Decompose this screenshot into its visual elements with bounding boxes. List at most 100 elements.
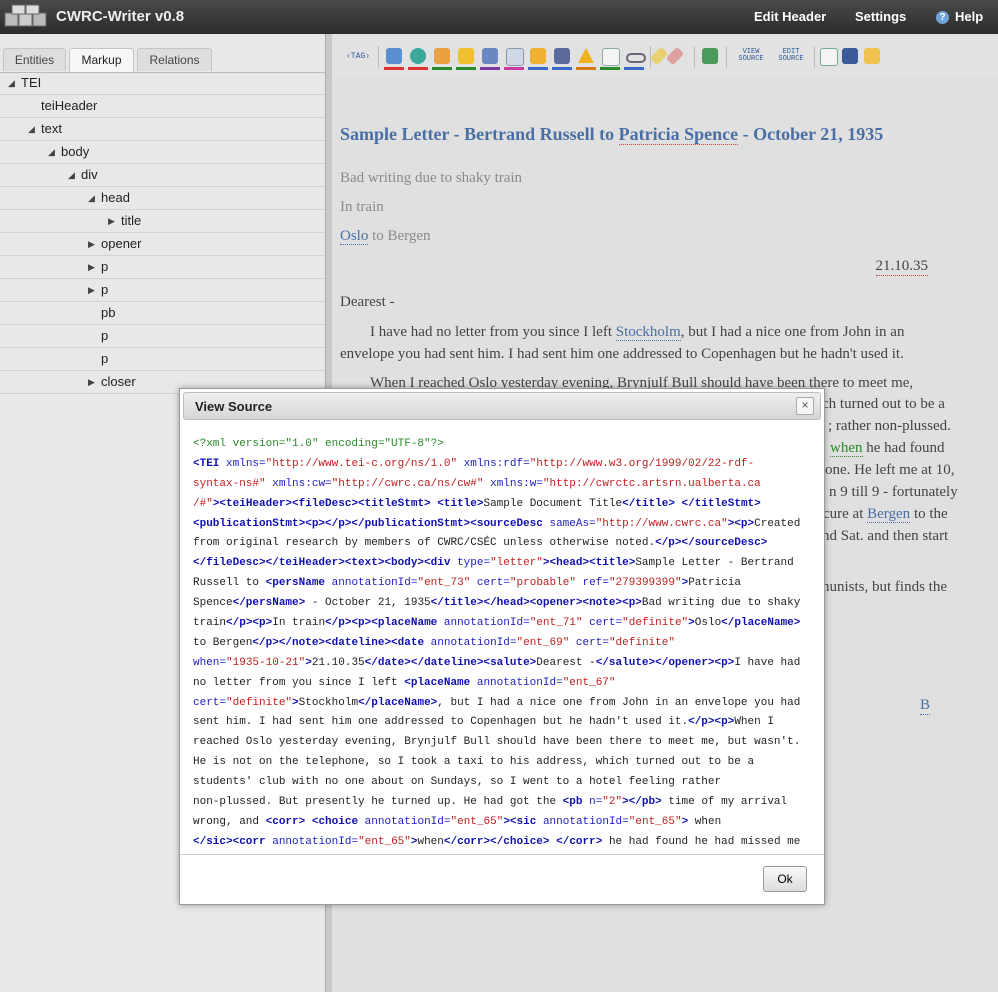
translate-icon[interactable]	[665, 46, 685, 66]
person-entity[interactable]: Patricia Spence	[618, 124, 739, 145]
edit-source-button[interactable]: EDIT SOURCE	[774, 49, 808, 63]
collapsed-arrow-icon[interactable]: ▶	[88, 256, 95, 278]
open-folder-icon[interactable]	[864, 48, 880, 64]
tree-node-teiheader[interactable]: teiHeader	[0, 95, 325, 118]
source-token: </placeName>	[721, 617, 801, 630]
tab-entities[interactable]: Entities	[3, 48, 66, 71]
source-token: ><sic	[503, 815, 537, 828]
tab-relations[interactable]: Relations	[137, 48, 212, 71]
app-title: CWRC-Writer v0.8	[56, 8, 185, 25]
expanded-arrow-icon[interactable]: ◢	[48, 141, 55, 163]
save-icon[interactable]	[842, 48, 858, 64]
validate-icon[interactable]	[820, 48, 838, 66]
source-token: <TEI	[193, 457, 220, 470]
tree-node-label: TEI	[21, 75, 42, 90]
source-token: sent him. I had sent him one addressed t…	[193, 716, 689, 729]
help-icon: ?	[936, 11, 949, 24]
source-token: <title>	[437, 497, 484, 510]
tree-node-title[interactable]: ▶ title	[0, 210, 325, 233]
tree-node-div[interactable]: ◢ div	[0, 164, 325, 187]
citation-tag-icon[interactable]	[506, 48, 524, 66]
source-token: >	[305, 656, 312, 669]
person-tag-icon[interactable]	[386, 48, 402, 64]
help-button[interactable]: ? Help	[936, 9, 983, 24]
tree-node-body[interactable]: ◢ body	[0, 141, 325, 164]
source-line: <TEI xmlns="http://www.tei-c.org/ns/1.0"…	[193, 455, 805, 475]
collapsed-arrow-icon[interactable]: ▶	[88, 279, 95, 301]
dialog-title: View Source	[195, 399, 273, 414]
dialog-titlebar[interactable]: View Source ×	[183, 392, 821, 420]
settings-button[interactable]: Settings	[855, 9, 906, 24]
tree-node-p[interactable]: ▶ p	[0, 256, 325, 279]
tree-node-text[interactable]: ◢ text	[0, 118, 325, 141]
source-line: sent him. I had sent him one addressed t…	[193, 713, 805, 733]
tree-node-p[interactable]: ▶ p	[0, 279, 325, 302]
paragraph-text: nd Sat. and then start	[822, 528, 949, 544]
collapsed-arrow-icon[interactable]: ▶	[88, 233, 95, 255]
tree-node-p[interactable]: p	[0, 325, 325, 348]
source-line: /#"><teiHeader><fileDesc><titleStmt> <ti…	[193, 495, 805, 515]
source-token: type=	[457, 557, 491, 570]
document-tag-icon[interactable]	[602, 48, 620, 66]
collapsed-arrow-icon[interactable]: ▶	[108, 210, 115, 232]
link-tag-icon[interactable]	[626, 53, 646, 63]
source-token: xmlns=	[226, 457, 266, 470]
pen-icon[interactable]	[649, 46, 669, 66]
view-source-button[interactable]: VIEW SOURCE	[734, 49, 768, 63]
place-entity[interactable]: Bergen	[867, 506, 911, 523]
source-token: <teiHeader><fileDesc><titleStmt>	[219, 497, 431, 510]
paragraph-text: to the	[910, 506, 948, 522]
paragraph-text: he had found	[862, 440, 945, 456]
note-tag-icon[interactable]	[530, 48, 546, 64]
tag-button[interactable]: ‹TAG›	[342, 53, 374, 61]
date-entity[interactable]: 21.10.35	[875, 258, 928, 276]
source-token: </p><p><placeName	[325, 617, 438, 630]
tree-node-p[interactable]: p	[0, 348, 325, 371]
tab-markup[interactable]: Markup	[69, 48, 134, 72]
expanded-arrow-icon[interactable]: ◢	[8, 72, 15, 94]
structure-icon[interactable]	[702, 48, 718, 64]
close-icon[interactable]: ×	[796, 397, 814, 415]
collapsed-arrow-icon[interactable]: ▶	[88, 371, 95, 393]
paragraph-text: I have had no letter from you since I le…	[370, 324, 616, 340]
source-token: students' club with no one about on Sund…	[193, 776, 722, 789]
paragraph: I have had no letter from you since I le…	[340, 321, 960, 365]
source-token: When I	[734, 716, 774, 729]
expanded-arrow-icon[interactable]: ◢	[88, 187, 95, 209]
entity-marker[interactable]: B	[920, 697, 931, 715]
source-line: from original research by members of CWR…	[193, 534, 805, 554]
source-token: "ent_69"	[516, 636, 570, 649]
people-tag-icon[interactable]	[482, 48, 498, 64]
view-source-dialog: View Source × <?xml version="1.0" encodi…	[179, 388, 825, 905]
ok-button[interactable]: Ok	[763, 866, 807, 892]
tree-node-opener[interactable]: ▶ opener	[0, 233, 325, 256]
xml-source-view[interactable]: <?xml version="1.0" encoding="UTF-8"?> <T…	[193, 435, 805, 853]
tree-node-tei[interactable]: ◢ TEI	[0, 72, 325, 95]
place-entity[interactable]: Stockholm	[615, 324, 681, 341]
source-token	[424, 637, 431, 649]
tree-node-label: head	[101, 190, 130, 205]
tree-node-pb[interactable]: pb	[0, 302, 325, 325]
place-tag-icon[interactable]	[410, 48, 426, 64]
source-token: wrong, and	[193, 815, 266, 828]
correction-entity[interactable]: when	[830, 440, 863, 457]
tree-node-label: p	[101, 351, 109, 366]
source-token: ></pb>	[622, 796, 662, 809]
org-tag-icon[interactable]	[458, 48, 474, 64]
book-tag-icon[interactable]	[554, 48, 570, 64]
source-line: non-plussed. But presently he turned up.…	[193, 793, 805, 813]
date-tag-icon[interactable]	[434, 48, 450, 64]
edit-header-button[interactable]: Edit Header	[754, 9, 826, 24]
source-token: Bad writing due to shaky	[641, 597, 801, 610]
source-token	[325, 577, 332, 589]
citation-color-bar	[504, 67, 524, 70]
expanded-arrow-icon[interactable]: ◢	[68, 164, 75, 186]
source-token: Stockholm	[298, 696, 359, 709]
warning-tag-icon[interactable]	[578, 48, 594, 63]
source-token: annotationId=	[364, 815, 451, 828]
place-entity[interactable]: Oslo	[340, 228, 369, 245]
tree-node-head[interactable]: ◢ head	[0, 187, 325, 210]
expanded-arrow-icon[interactable]: ◢	[28, 118, 35, 140]
source-token: </p><p>	[688, 716, 735, 729]
warning-color-bar	[576, 67, 596, 70]
